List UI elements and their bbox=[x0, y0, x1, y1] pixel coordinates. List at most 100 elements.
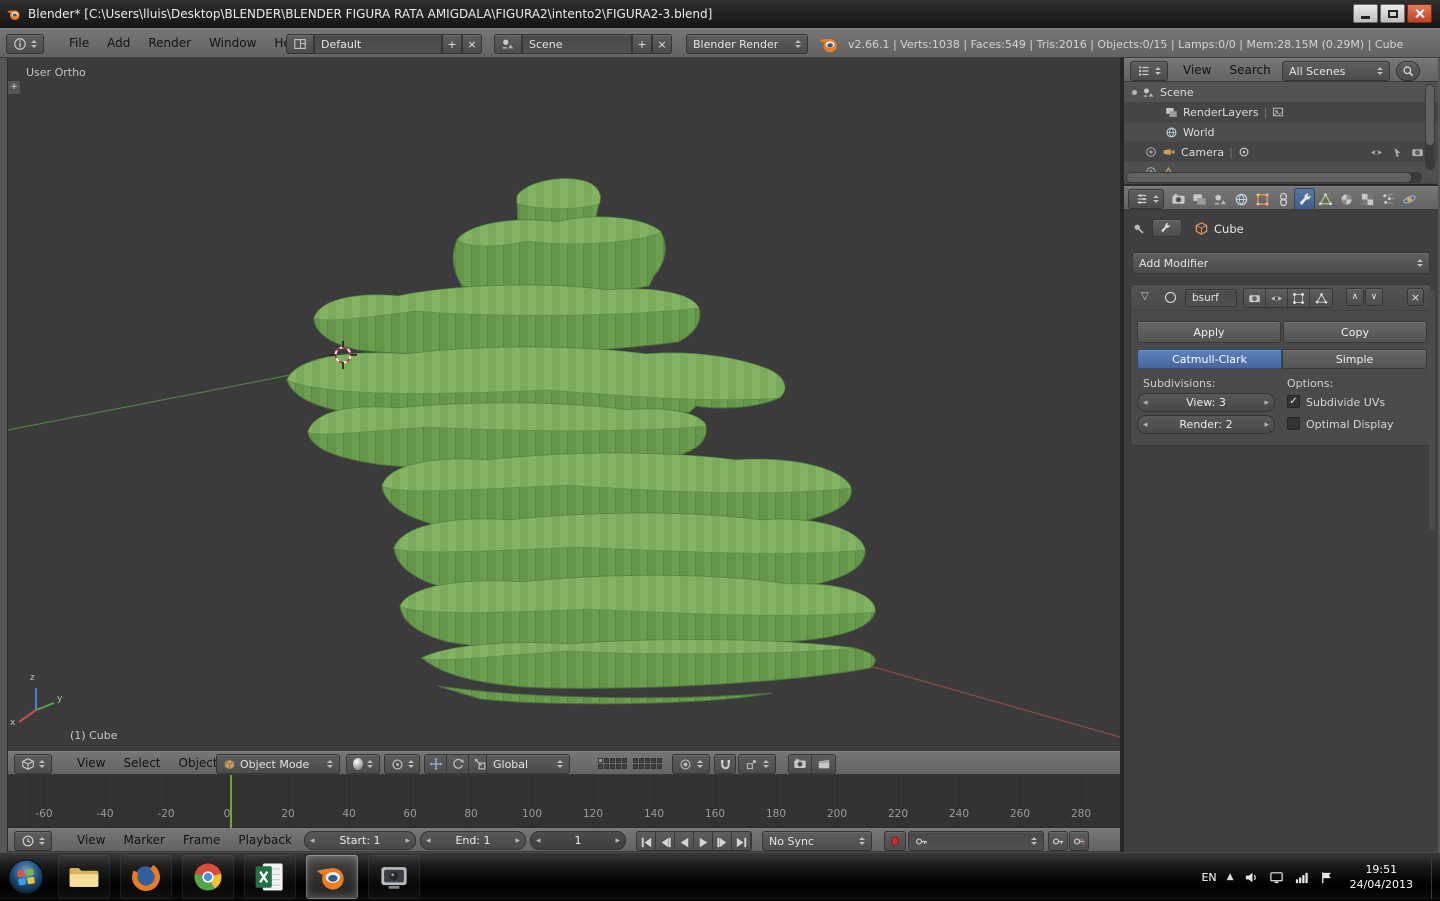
delete-keyframe-button[interactable] bbox=[1069, 831, 1089, 851]
subdivision-type-catmull-clark[interactable]: Catmull-Clark bbox=[1137, 349, 1282, 369]
outliner-search-button[interactable] bbox=[1396, 61, 1420, 81]
outliner-row-renderlayers[interactable]: RenderLayers | bbox=[1124, 102, 1438, 122]
sync-mode-dropdown[interactable]: No Sync bbox=[762, 831, 872, 851]
clock[interactable]: 19:51 24/04/2013 bbox=[1344, 862, 1419, 892]
render-engine-dropdown[interactable]: Blender Render bbox=[686, 34, 808, 54]
outliner-item-label[interactable]: World bbox=[1183, 126, 1215, 139]
expand-plus-icon[interactable] bbox=[1145, 146, 1157, 158]
visibility-eye-icon[interactable] bbox=[1370, 146, 1383, 159]
modifier-name-field[interactable]: bsurf bbox=[1185, 289, 1237, 307]
copy-button[interactable]: Copy bbox=[1283, 321, 1427, 343]
viewport-visibility-eye-icon[interactable] bbox=[1266, 289, 1288, 307]
taskbar-item-capture-tool[interactable] bbox=[368, 855, 420, 899]
outliner-row-world[interactable]: World bbox=[1124, 122, 1438, 142]
previous-keyframe-button[interactable] bbox=[656, 832, 675, 851]
tab-physics[interactable] bbox=[1399, 188, 1420, 210]
outliner-item-label[interactable]: RenderLayers bbox=[1183, 106, 1259, 119]
subdivide-uvs-label[interactable]: Subdivide UVs bbox=[1306, 396, 1385, 409]
record-button[interactable] bbox=[884, 831, 906, 851]
play-button[interactable] bbox=[694, 832, 713, 851]
editor-type-button-3dview[interactable] bbox=[14, 754, 52, 774]
render-subdivisions-slider[interactable]: ◂Render: 2▸ bbox=[1137, 415, 1275, 434]
frame-end-field[interactable]: ◂End: 1▸ bbox=[420, 831, 526, 850]
display-icon[interactable] bbox=[1269, 870, 1284, 885]
checkbox-optimal-display[interactable] bbox=[1287, 417, 1300, 430]
tab-modifiers[interactable] bbox=[1294, 188, 1315, 210]
manipulator-rotate-button[interactable] bbox=[447, 755, 469, 773]
menu-frame[interactable]: Frame bbox=[174, 829, 229, 851]
context-browse-button[interactable] bbox=[1152, 219, 1182, 237]
close-button[interactable] bbox=[1407, 4, 1432, 23]
screen-layout-add-button[interactable]: + bbox=[442, 34, 462, 54]
play-reverse-button[interactable] bbox=[675, 832, 694, 851]
horizontal-scrollbar[interactable] bbox=[1126, 172, 1422, 183]
insert-keyframe-button[interactable] bbox=[1048, 831, 1068, 851]
outliner-item-label[interactable]: Camera bbox=[1181, 146, 1224, 159]
pin-icon[interactable] bbox=[1132, 222, 1146, 236]
start-button[interactable] bbox=[6, 857, 46, 897]
taskbar-item-explorer[interactable] bbox=[58, 855, 110, 899]
transform-orientation-dropdown[interactable]: Global bbox=[486, 754, 570, 774]
tab-constraints[interactable] bbox=[1273, 188, 1294, 210]
tab-world[interactable] bbox=[1231, 188, 1252, 210]
action-center-flag-icon[interactable] bbox=[1319, 870, 1334, 885]
editmode-display-icon[interactable] bbox=[1288, 289, 1310, 307]
subdivision-type-simple[interactable]: Simple bbox=[1282, 349, 1427, 369]
outliner-item-label[interactable]: Scene bbox=[1160, 86, 1194, 99]
tab-material[interactable] bbox=[1336, 188, 1357, 210]
scene-browse-button[interactable] bbox=[494, 34, 522, 54]
menu-marker[interactable]: Marker bbox=[114, 829, 173, 851]
taskbar-item-firefox[interactable] bbox=[120, 855, 172, 899]
viewport-canvas[interactable] bbox=[8, 58, 1120, 751]
snap-element-dropdown[interactable] bbox=[738, 754, 776, 774]
language-indicator[interactable]: EN bbox=[1201, 871, 1216, 884]
menu-window[interactable]: Window bbox=[200, 29, 265, 57]
maximize-button[interactable] bbox=[1380, 4, 1405, 23]
tab-object-data[interactable] bbox=[1315, 188, 1336, 210]
keying-set-field[interactable] bbox=[908, 831, 1044, 851]
taskbar-item-blender[interactable] bbox=[306, 855, 358, 899]
menu-add[interactable]: Add bbox=[98, 29, 139, 57]
outliner-filter-dropdown[interactable]: All Scenes bbox=[1282, 61, 1390, 81]
modifier-move-up-button[interactable]: ∧ bbox=[1346, 288, 1364, 306]
menu-search[interactable]: Search bbox=[1220, 59, 1279, 81]
jump-to-start-button[interactable] bbox=[637, 832, 656, 851]
scene-add-button[interactable]: + bbox=[632, 34, 652, 54]
screen-layout-name-field[interactable]: Default bbox=[314, 34, 442, 54]
tray-expand-icon[interactable]: ▲ bbox=[1227, 872, 1234, 882]
manipulator-translate-button[interactable] bbox=[425, 755, 447, 773]
editor-type-button-outliner[interactable] bbox=[1130, 61, 1168, 81]
editor-type-button-properties[interactable] bbox=[1128, 189, 1164, 209]
jump-to-end-button[interactable] bbox=[732, 832, 751, 851]
viewport-shading-dropdown[interactable] bbox=[346, 754, 380, 774]
network-icon[interactable] bbox=[1294, 870, 1309, 885]
tab-render[interactable] bbox=[1168, 188, 1189, 210]
tab-object[interactable] bbox=[1252, 188, 1273, 210]
tab-particles[interactable] bbox=[1378, 188, 1399, 210]
apply-button[interactable]: Apply bbox=[1137, 321, 1281, 343]
current-frame-field[interactable]: ◂1▸ bbox=[530, 831, 626, 850]
tab-texture[interactable] bbox=[1357, 188, 1378, 210]
menu-render[interactable]: Render bbox=[139, 29, 200, 57]
opengl-render-anim-button[interactable] bbox=[812, 755, 835, 773]
add-modifier-dropdown[interactable]: Add Modifier bbox=[1132, 252, 1430, 274]
render-visibility-icon[interactable] bbox=[1244, 289, 1266, 307]
screen-layout-browse-button[interactable] bbox=[286, 34, 314, 54]
taskbar-item-excel[interactable] bbox=[244, 855, 296, 899]
outliner-row-scene[interactable]: Scene bbox=[1124, 82, 1438, 102]
menu-playback[interactable]: Playback bbox=[229, 829, 301, 851]
menu-view[interactable]: View bbox=[68, 829, 114, 851]
layers-group-1[interactable] bbox=[598, 758, 627, 769]
panel-collapse-icon[interactable]: ▽ bbox=[1141, 291, 1149, 302]
screen-layout-delete-button[interactable]: × bbox=[462, 34, 482, 54]
renderable-camera-icon[interactable] bbox=[1411, 146, 1424, 159]
menu-view[interactable]: View bbox=[1174, 59, 1220, 81]
scene-name-field[interactable]: Scene bbox=[522, 34, 632, 54]
tab-scene[interactable] bbox=[1210, 188, 1231, 210]
frame-start-field[interactable]: ◂Start: 1▸ bbox=[304, 831, 416, 850]
volume-icon[interactable] bbox=[1244, 870, 1259, 885]
scrollbar-thumb[interactable] bbox=[1127, 173, 1411, 182]
modifier-delete-button[interactable]: × bbox=[1407, 288, 1424, 306]
next-keyframe-button[interactable] bbox=[713, 832, 732, 851]
vertical-scrollbar[interactable] bbox=[1425, 84, 1435, 170]
